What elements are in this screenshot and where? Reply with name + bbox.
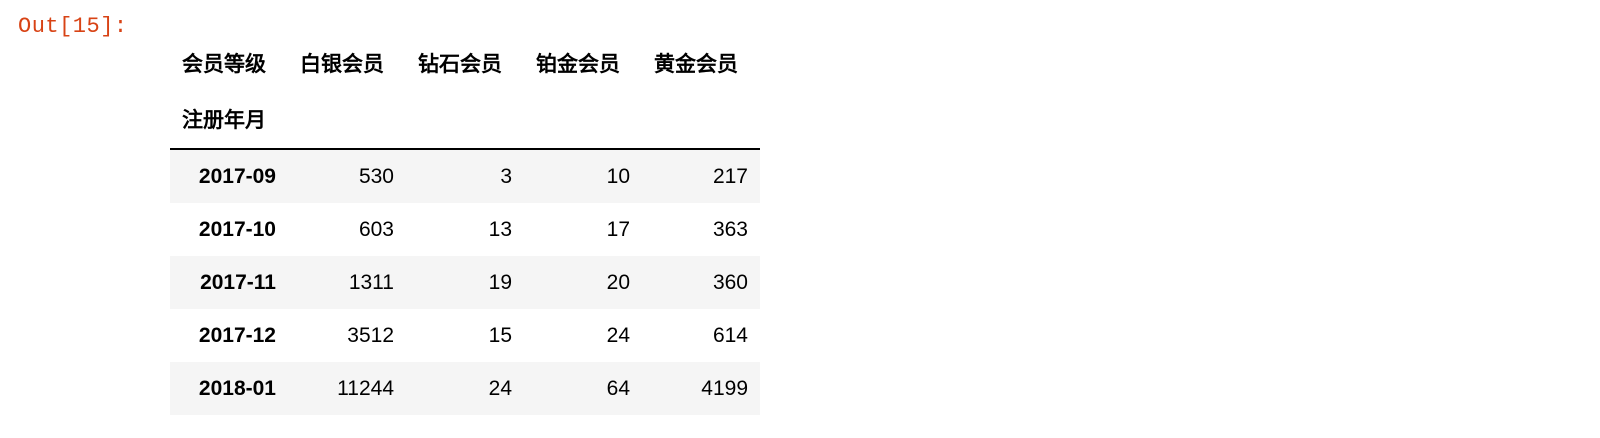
table-cell: 363 — [712, 217, 748, 241]
table-cell: 217 — [712, 164, 748, 188]
row-index: 2017-12 — [198, 323, 276, 347]
output-prompt: Out[15]: — [18, 14, 128, 39]
empty-header-cell — [524, 90, 642, 150]
table-row: 2017-11 1311 19 20 360 — [170, 256, 760, 309]
table-cell: 1311 — [348, 270, 394, 294]
row-index: 2017-11 — [200, 270, 276, 294]
column-header: 钻石会员 — [418, 53, 502, 76]
table-cell: 3 — [500, 164, 512, 188]
row-index: 2017-10 — [198, 217, 276, 241]
table-cell: 603 — [358, 217, 394, 241]
table-cell: 24 — [488, 376, 512, 400]
empty-header-cell — [642, 90, 760, 150]
empty-header-cell — [288, 90, 406, 150]
column-header: 白银会员 — [300, 53, 384, 76]
table-cell: 11244 — [337, 376, 394, 400]
row-index: 2018-01 — [198, 376, 276, 400]
table-cell: 10 — [606, 164, 630, 188]
table-cell: 4199 — [701, 376, 748, 400]
table-cell: 20 — [606, 270, 630, 294]
table-cell: 19 — [488, 270, 512, 294]
table-row: 2017-10 603 13 17 363 — [170, 203, 760, 256]
table-cell: 614 — [712, 323, 748, 347]
table-row: 2017-09 530 3 10 217 — [170, 149, 760, 203]
table-row: 2018-01 11244 24 64 4199 — [170, 362, 760, 415]
table-cell: 360 — [712, 270, 748, 294]
table-cell: 530 — [358, 164, 394, 188]
column-header-row: 会员等级 白银会员 钻石会员 铂金会员 黄金会员 — [170, 36, 760, 90]
table-cell: 13 — [488, 217, 512, 241]
table-row: 2017-12 3512 15 24 614 — [170, 309, 760, 362]
table-cell: 64 — [606, 376, 630, 400]
table-cell: 24 — [606, 323, 630, 347]
table-cell: 3512 — [347, 323, 394, 347]
empty-header-cell — [406, 90, 524, 150]
row-index: 2017-09 — [198, 164, 276, 188]
table-cell: 15 — [488, 323, 512, 347]
columns-name-header: 会员等级 — [182, 53, 266, 76]
index-name-header: 注册年月 — [170, 90, 288, 150]
table-cell: 17 — [606, 217, 630, 241]
dataframe-table: 会员等级 白银会员 钻石会员 铂金会员 黄金会员 注册年月 2017-09 53… — [170, 36, 760, 415]
column-header: 铂金会员 — [536, 53, 620, 76]
column-header: 黄金会员 — [654, 53, 738, 76]
index-name-row: 注册年月 — [170, 90, 760, 150]
